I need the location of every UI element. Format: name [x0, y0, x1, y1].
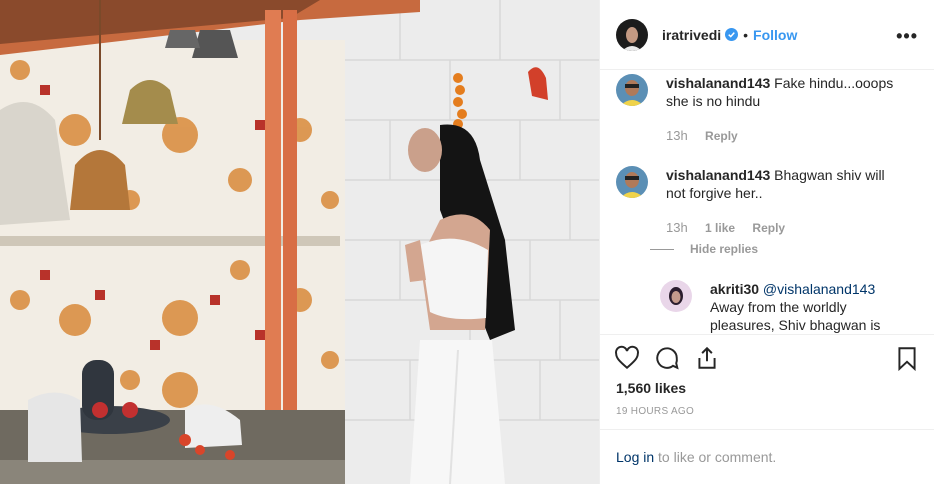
post-actions — [600, 334, 934, 374]
post-sidebar: iratrivedi • Follow ••• vishalanand143 F… — [599, 0, 934, 484]
login-suffix: to like or comment. — [654, 449, 777, 465]
comment-time[interactable]: 13h — [666, 128, 688, 143]
temple-prayer-photo — [0, 0, 599, 484]
reply-button[interactable]: Reply — [705, 129, 738, 143]
instagram-post: iratrivedi • Follow ••• vishalanand143 F… — [0, 0, 934, 484]
more-options-icon[interactable]: ••• — [896, 26, 918, 47]
comments-list[interactable]: vishalanand143 Fake hindu...ooops she is… — [600, 70, 934, 334]
comment-meta: 13h 1 like Reply — [666, 220, 799, 235]
comment-username[interactable]: vishalanand143 — [666, 167, 770, 183]
reply-username[interactable]: akriti30 — [710, 281, 759, 297]
author-username[interactable]: iratrivedi — [662, 27, 721, 43]
follow-button[interactable]: Follow — [753, 27, 797, 43]
hide-replies-label: Hide replies — [690, 242, 759, 256]
comment-likes[interactable]: 1 like — [705, 221, 735, 235]
likes-count[interactable]: 1,560 likes — [616, 380, 686, 396]
commenter-avatar[interactable] — [616, 74, 648, 106]
hide-replies-line — [650, 248, 674, 250]
reply-content: Away from the worldly pleasures, Shiv bh… — [710, 299, 881, 333]
commenter-avatar[interactable] — [616, 166, 648, 198]
author-avatar[interactable] — [616, 18, 648, 51]
bookmark-icon[interactable] — [894, 345, 920, 371]
share-icon[interactable] — [694, 345, 720, 371]
comment-meta: 13h Reply — [666, 128, 752, 143]
login-link[interactable]: Log in — [616, 449, 654, 465]
hide-replies-button[interactable]: Hide replies — [650, 242, 758, 256]
comment-icon[interactable] — [654, 345, 680, 371]
separator-dot: • — [743, 26, 749, 43]
reply-text: akriti30 @vishalanand143 Away from the w… — [710, 280, 910, 334]
post-timestamp[interactable]: 19 HOURS AGO — [616, 406, 694, 417]
verified-badge-icon — [725, 28, 739, 41]
post-header: iratrivedi • Follow ••• — [600, 0, 934, 70]
heart-icon[interactable] — [614, 345, 640, 371]
comment-username[interactable]: vishalanand143 — [666, 75, 770, 91]
comment-text: vishalanand143 Fake hindu...ooops she is… — [666, 74, 906, 110]
comment-time[interactable]: 13h — [666, 220, 688, 235]
reply-button[interactable]: Reply — [752, 221, 785, 235]
reply-avatar[interactable] — [660, 280, 692, 312]
login-prompt: Log in to like or comment. — [600, 429, 934, 484]
reply-mention[interactable]: @vishalanand143 — [759, 281, 875, 297]
post-photo[interactable] — [0, 0, 599, 484]
comment-text: vishalanand143 Bhagwan shiv will not for… — [666, 166, 906, 202]
